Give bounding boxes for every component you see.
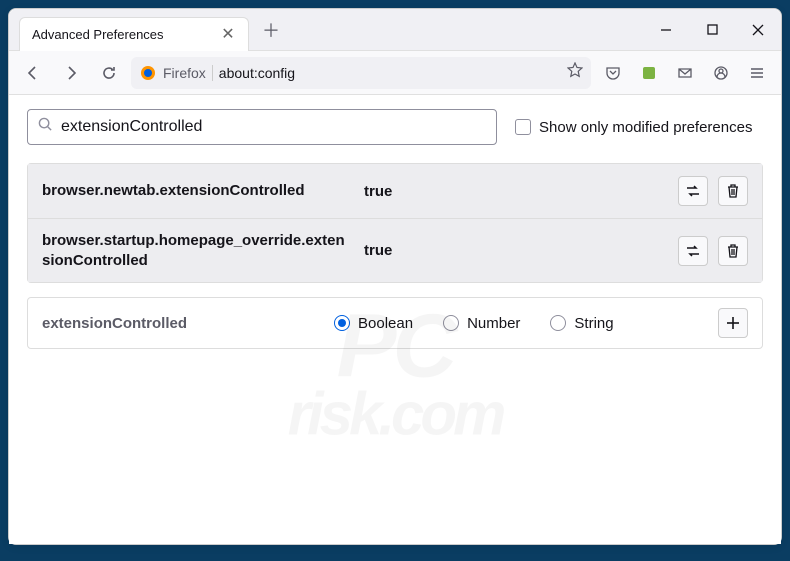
close-tab-icon[interactable]: ✕ xyxy=(220,26,236,42)
browser-tab[interactable]: Advanced Preferences ✕ xyxy=(19,17,249,51)
pref-row[interactable]: browser.newtab.extensionControlled true xyxy=(28,164,762,218)
new-pref-name: extensionControlled xyxy=(42,315,322,332)
toggle-button[interactable] xyxy=(678,176,708,206)
pref-actions xyxy=(678,176,748,206)
new-pref-row: extensionControlled Boolean Number Strin… xyxy=(27,297,763,349)
pref-row[interactable]: browser.startup.homepage_override.extens… xyxy=(28,218,762,282)
browser-window: Advanced Preferences ✕ ＋ Firefox about:c… xyxy=(8,8,782,545)
search-box[interactable] xyxy=(27,109,497,145)
close-window-button[interactable] xyxy=(735,9,781,51)
pref-name: browser.newtab.extensionControlled xyxy=(42,181,352,201)
reload-button[interactable] xyxy=(93,57,125,89)
radio-label: Number xyxy=(467,315,520,332)
radio-label: Boolean xyxy=(358,315,413,332)
radio-icon xyxy=(443,315,459,331)
address-bar[interactable]: Firefox about:config xyxy=(131,57,591,89)
add-button[interactable] xyxy=(718,308,748,338)
checkbox-label: Show only modified preferences xyxy=(539,119,752,136)
radio-icon xyxy=(334,315,350,331)
pref-value: true xyxy=(364,183,666,200)
radio-icon xyxy=(550,315,566,331)
new-tab-button[interactable]: ＋ xyxy=(257,16,285,44)
menu-icon[interactable] xyxy=(741,57,773,89)
identity-label: Firefox xyxy=(163,65,213,81)
bookmark-star-icon[interactable] xyxy=(567,62,583,83)
forward-button[interactable] xyxy=(55,57,87,89)
delete-button[interactable] xyxy=(718,236,748,266)
page-content: PCrisk.com Show only modified preference… xyxy=(9,95,781,544)
toolbar-icons xyxy=(597,57,773,89)
pref-actions xyxy=(678,236,748,266)
pref-name: browser.startup.homepage_override.extens… xyxy=(42,231,352,270)
search-icon xyxy=(38,117,53,137)
extension-icon[interactable] xyxy=(633,57,665,89)
url-text: about:config xyxy=(219,65,561,81)
window-controls xyxy=(643,9,781,51)
maximize-button[interactable] xyxy=(689,9,735,51)
type-radio-group: Boolean Number String xyxy=(334,315,706,332)
minimize-button[interactable] xyxy=(643,9,689,51)
type-radio-boolean[interactable]: Boolean xyxy=(334,315,413,332)
toggle-button[interactable] xyxy=(678,236,708,266)
preferences-list: browser.newtab.extensionControlled true … xyxy=(27,163,763,283)
delete-button[interactable] xyxy=(718,176,748,206)
titlebar: Advanced Preferences ✕ ＋ xyxy=(9,9,781,51)
radio-label: String xyxy=(574,315,613,332)
back-button[interactable] xyxy=(17,57,49,89)
navigation-toolbar: Firefox about:config xyxy=(9,51,781,95)
show-modified-checkbox[interactable]: Show only modified preferences xyxy=(515,119,752,136)
firefox-identity-icon xyxy=(139,64,157,82)
type-radio-number[interactable]: Number xyxy=(443,315,520,332)
search-row: Show only modified preferences xyxy=(27,109,763,145)
search-input[interactable] xyxy=(61,118,486,136)
type-radio-string[interactable]: String xyxy=(550,315,613,332)
account-icon[interactable] xyxy=(705,57,737,89)
pref-value: true xyxy=(364,242,666,259)
checkbox-icon xyxy=(515,119,531,135)
tab-title: Advanced Preferences xyxy=(32,27,170,42)
mail-icon[interactable] xyxy=(669,57,701,89)
pocket-icon[interactable] xyxy=(597,57,629,89)
